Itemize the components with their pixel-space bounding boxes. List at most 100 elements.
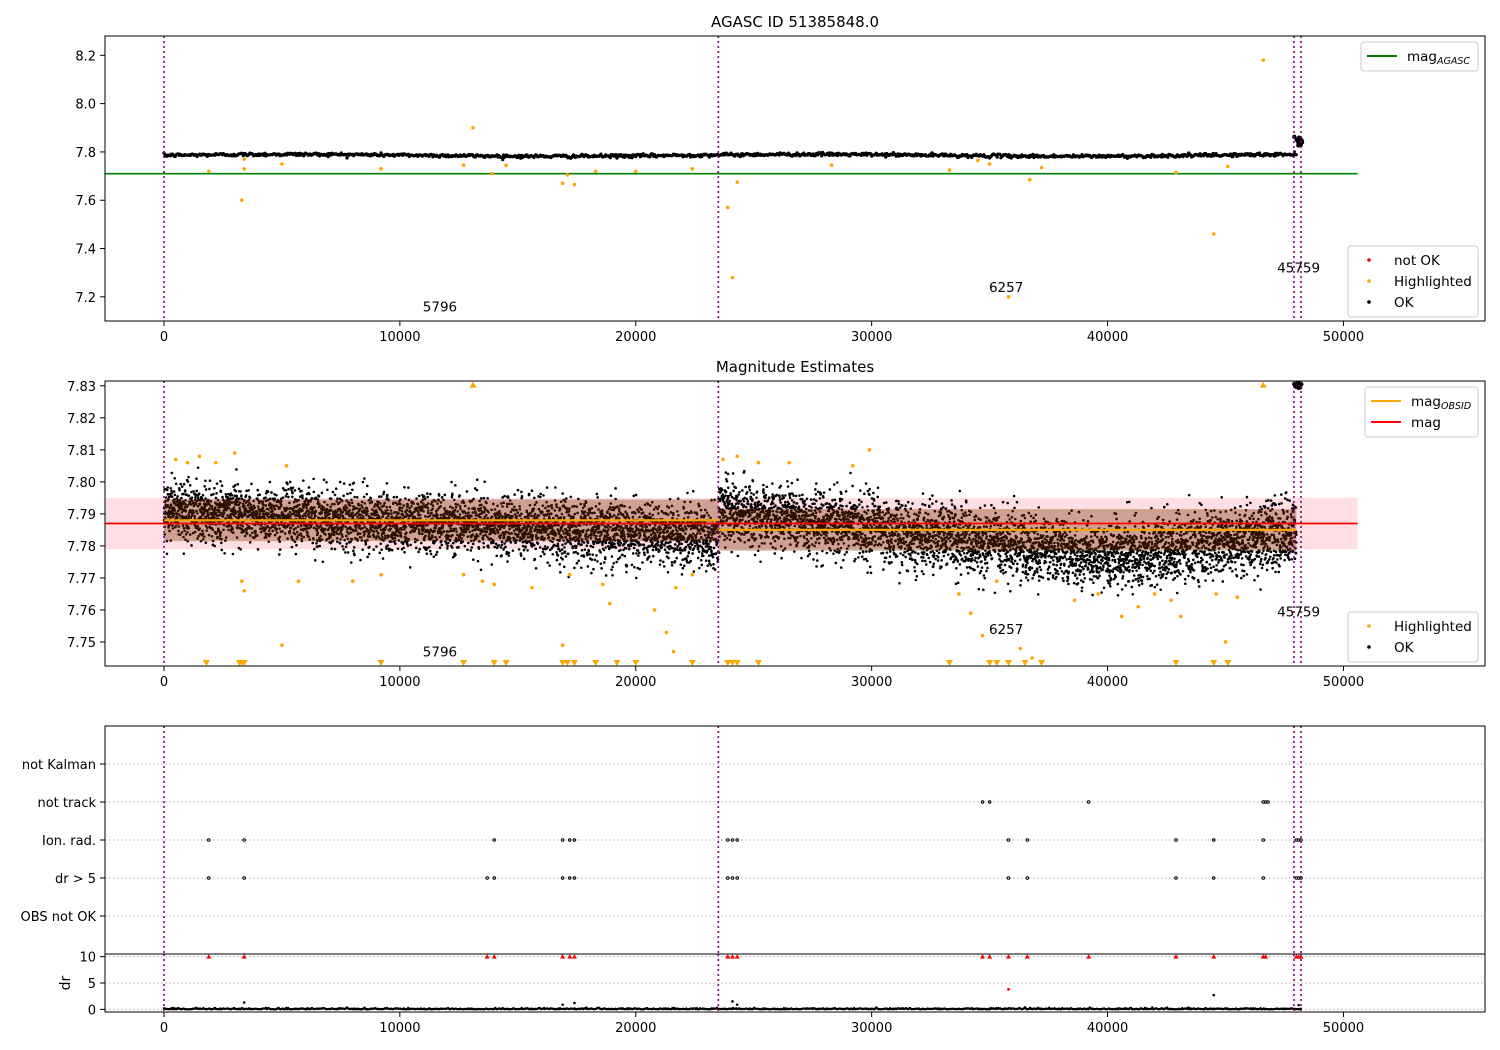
top-ytick-label: 7.8 [75,146,96,161]
ok-point [203,484,206,488]
ok-point [250,482,253,486]
ok-point [338,541,342,545]
ok-point [235,468,238,471]
ok-point [404,497,407,500]
ok-point [258,493,262,496]
top-ytick-label: 7.6 [75,194,96,209]
ok-point [591,545,595,549]
ok-point [284,488,288,492]
magnitude-history-panel: AGASC ID 51385848.0 5796625745759 0 10000… [75,13,1486,345]
ok-point [470,546,474,549]
highlighted-point [560,181,565,186]
ok-point [363,477,366,480]
ok-point [365,492,369,496]
ok-point [362,495,366,499]
ok-point [483,480,486,484]
ok-point [320,491,324,495]
ok-point [1294,153,1298,157]
ok-point [492,541,495,544]
ok-point [499,546,503,549]
top-ytick-label: 7.4 [75,243,96,258]
top-xtick-label: 10000 [379,330,420,345]
ok-point [588,553,591,556]
ok-point [183,489,187,492]
ok-point [604,546,608,549]
ok-point [427,545,431,549]
ok-point [586,565,590,568]
ok-point [406,544,410,547]
ok-point [311,541,315,545]
ok-point [270,491,273,494]
ok-point [418,547,422,551]
ok-point [560,548,564,551]
ok-point [577,559,580,563]
ok-point [215,482,219,485]
ok-point [220,548,224,552]
ok-point [351,488,354,492]
ok-point [192,490,195,493]
ok-point [576,552,580,555]
ok-point [504,545,507,549]
ok-point [575,561,579,565]
ok-point [293,489,297,492]
ok-point [368,545,371,549]
ok-point [301,494,304,498]
ok-point [548,564,551,567]
ok-point [215,491,218,495]
ok-point [333,547,337,551]
ok-point [625,570,628,574]
ok-point [475,478,479,482]
ok-point [619,548,622,552]
ok-point [636,549,640,552]
highlighted-point [461,163,466,168]
ok-point [170,489,173,493]
ok-point [342,548,345,551]
ok-point [164,496,168,499]
ok-point [174,482,178,486]
ok-point [284,494,288,498]
ok-point [220,484,224,487]
ok-point [372,548,375,551]
ok-point [235,494,239,498]
ok-point [231,552,235,556]
ok-point [561,543,564,547]
ok-point [579,566,583,569]
ok-point [440,543,444,547]
ok-point [556,542,560,546]
ok-point [345,156,349,160]
ok-point [451,492,454,496]
ok-point [465,490,469,493]
ok-point [277,553,281,556]
ok-point [312,490,316,494]
top-ytick-label: 8.0 [75,98,96,113]
ok-point [450,546,454,549]
highlighted-point [565,173,570,177]
ok-point [318,544,322,548]
ok-point [539,554,543,558]
ok-point [429,492,432,496]
top-legend-label: not OK [1394,253,1441,269]
ok-point [322,478,326,482]
ok-point [497,544,501,547]
ok-point [586,541,590,545]
ok-point [543,545,547,548]
ok-point [558,563,562,566]
ok-point [173,476,177,480]
ok-point [308,492,311,496]
ok-point [519,554,523,557]
ok-point [278,548,282,551]
ok-point [179,482,182,486]
ok-point [408,566,412,569]
ok-point [527,492,531,496]
ok-point [571,546,574,550]
ok-point [595,554,598,557]
ok-point [352,546,356,549]
highlighted-point [633,169,638,174]
ok-point [315,541,318,545]
ok-point [396,547,400,550]
ok-point [353,495,356,499]
ok-point [281,496,285,499]
ok-point [182,482,186,486]
ok-point [539,492,543,496]
ok-point [564,497,568,500]
